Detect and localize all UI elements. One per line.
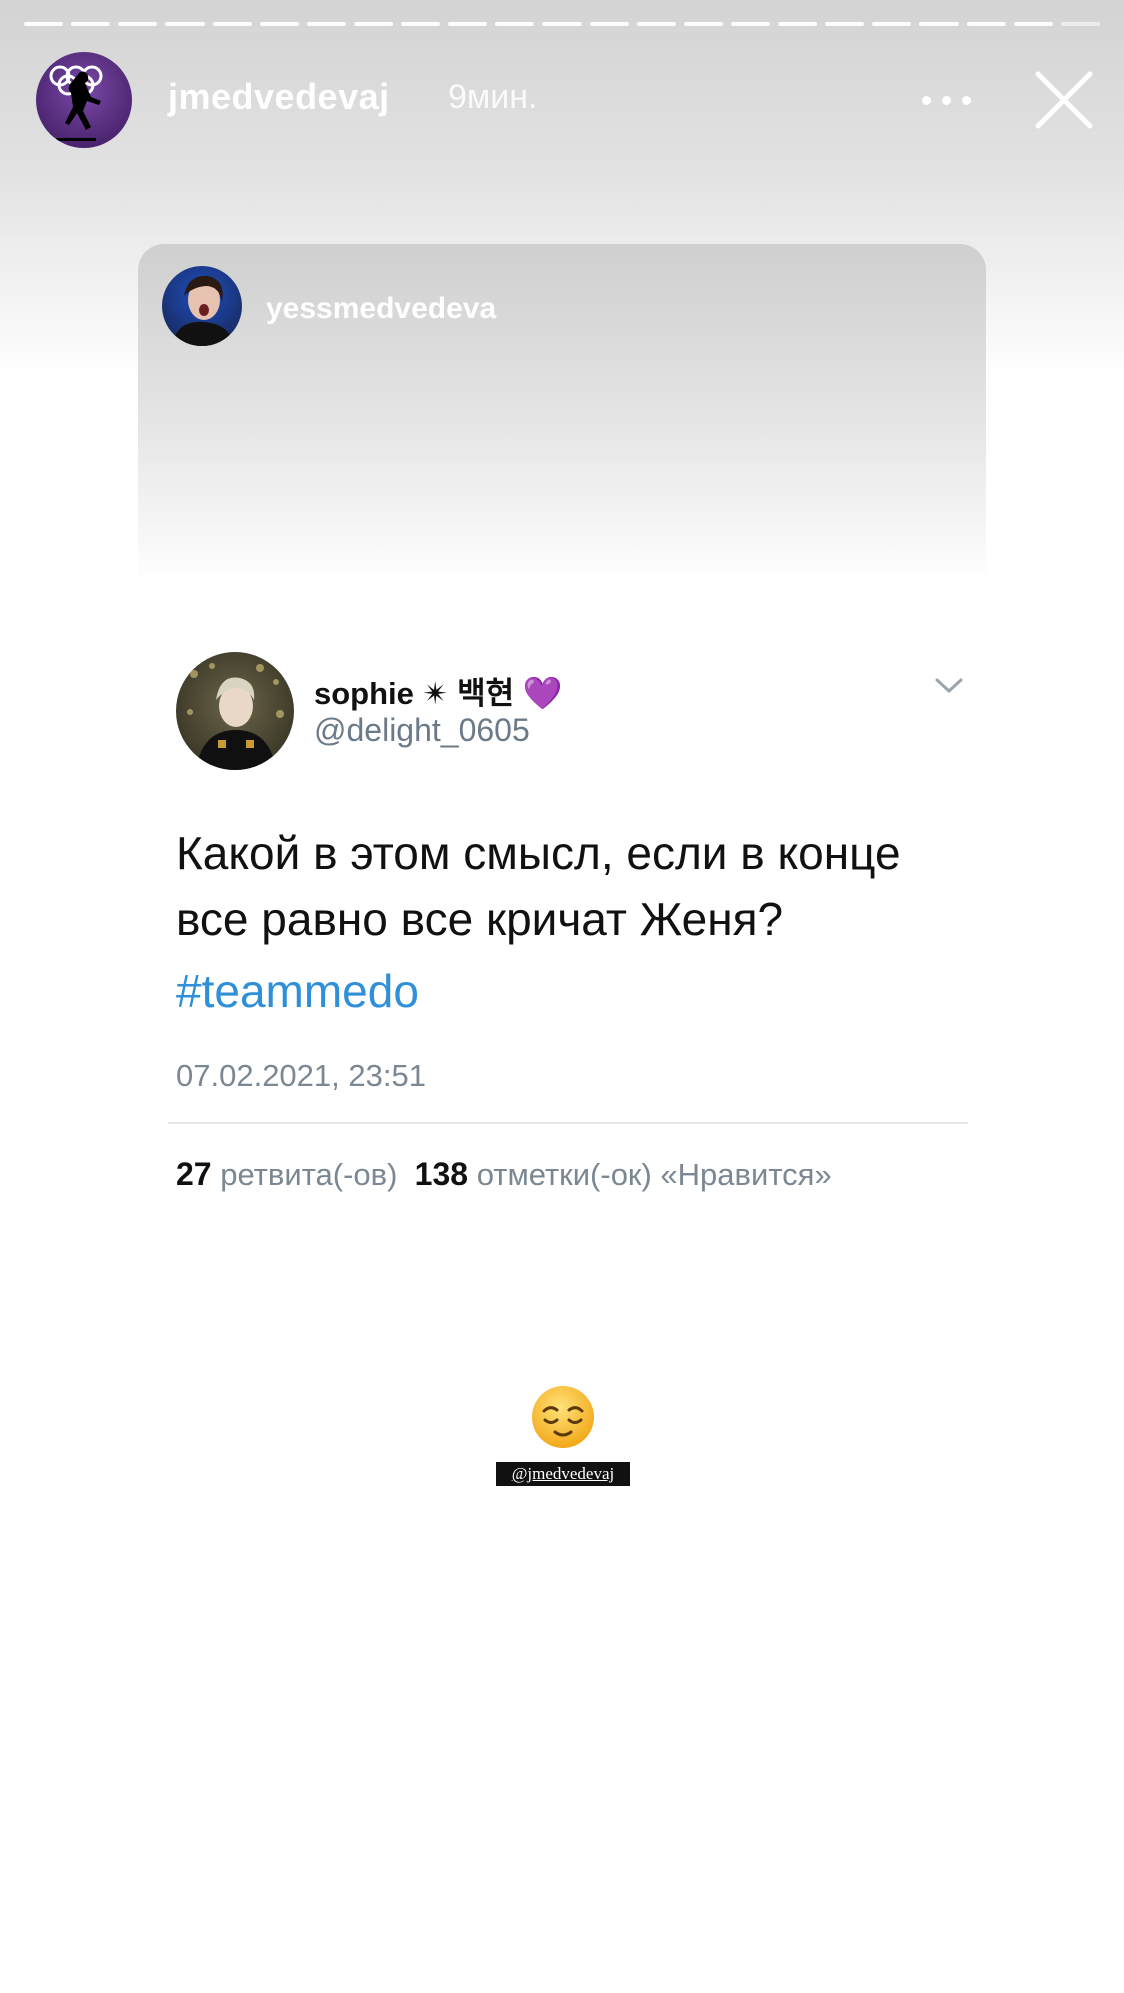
- progress-segment: [448, 22, 488, 26]
- progress-segment: [495, 22, 535, 26]
- progress-segment: [353, 22, 393, 26]
- progress-segment: [636, 22, 676, 26]
- progress-segment: [1060, 22, 1100, 26]
- tweet-handle[interactable]: @delight_0605: [314, 712, 530, 749]
- progress-segment: [825, 22, 865, 26]
- progress-segment: [730, 22, 770, 26]
- tweet-display-name[interactable]: sophie ✴ 백현 💜: [314, 668, 563, 713]
- progress-segment: [71, 22, 111, 26]
- tweet-hashtag-link[interactable]: #teammedo: [176, 964, 419, 1018]
- progress-segment: [966, 22, 1006, 26]
- tweet-stats: 27 ретвита(-ов) 138 отметки(-ок) «Нравит…: [176, 1156, 832, 1193]
- person-photo-icon: [172, 275, 234, 346]
- person-photo-icon: [187, 663, 284, 770]
- relieved-face-emoji-icon: [530, 1384, 596, 1450]
- skater-silhouette-icon: [49, 65, 103, 141]
- progress-segment: [165, 22, 205, 26]
- chevron-down-icon[interactable]: [934, 676, 964, 696]
- progress-segment: [118, 22, 158, 26]
- profile-avatar[interactable]: [36, 52, 132, 148]
- progress-segment: [306, 22, 346, 26]
- purple-heart-icon: 💜: [522, 675, 563, 711]
- progress-segment: [778, 22, 818, 26]
- tweet-datetime: 07.02.2021, 23:51: [176, 1058, 426, 1093]
- tweet-divider: [168, 1122, 968, 1124]
- progress-segment: [919, 22, 959, 26]
- likes-count: 138: [414, 1156, 469, 1192]
- shared-post-avatar[interactable]: [162, 266, 242, 346]
- progress-segment: [683, 22, 723, 26]
- close-icon[interactable]: [1032, 68, 1096, 132]
- progress-segment: [589, 22, 629, 26]
- progress-segment: [1013, 22, 1053, 26]
- shared-post-username[interactable]: yessmedvedeva: [266, 292, 496, 326]
- tweet-display-name-text: sophie ✴ 백현: [314, 676, 515, 711]
- retweets-count: 27: [176, 1156, 212, 1192]
- story-time-ago: 9мин.: [448, 78, 538, 116]
- mention-sticker[interactable]: @jmedvedevaj: [496, 1462, 630, 1486]
- progress-segment: [872, 22, 912, 26]
- retweets-label: ретвита(-ов): [220, 1157, 398, 1192]
- progress-segment: [401, 22, 441, 26]
- story-username[interactable]: jmedvedevaj: [168, 76, 390, 118]
- progress-segment: [24, 22, 64, 26]
- progress-segment: [542, 22, 582, 26]
- story-header: jmedvedevaj 9мин.: [0, 40, 1124, 160]
- likes-label: отметки(-ок) «Нравится»: [476, 1157, 832, 1192]
- tweet-author-avatar[interactable]: [176, 652, 294, 770]
- tweet-text-line: Какой в этом смысл, если в конце: [176, 827, 901, 879]
- progress-segment: [259, 22, 299, 26]
- story-progress-bar: [24, 22, 1100, 26]
- progress-segment: [212, 22, 252, 26]
- tweet-text: Какой в этом смысл, если в конце все рав…: [176, 820, 956, 952]
- more-options-icon[interactable]: [918, 82, 974, 118]
- tweet-text-line: все равно все кричат Женя?: [176, 893, 784, 945]
